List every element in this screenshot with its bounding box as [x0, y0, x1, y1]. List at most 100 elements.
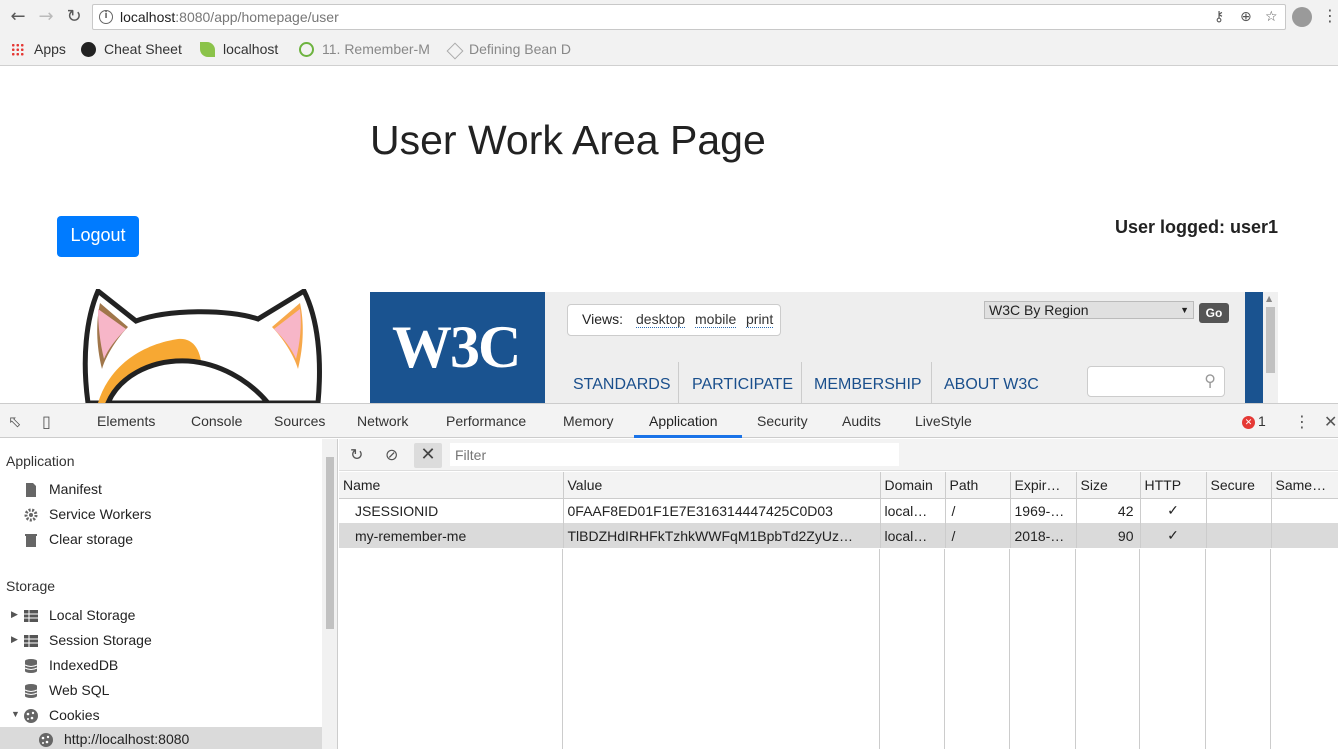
- tab-application[interactable]: Application: [649, 413, 718, 429]
- tab-sources[interactable]: Sources: [274, 413, 325, 429]
- column-header[interactable]: Size: [1076, 472, 1141, 499]
- w3c-logo[interactable]: W3C: [370, 292, 545, 403]
- devtools-tabbar: ⬁ ▯ Elements Console Sources Network Per…: [0, 404, 1338, 438]
- reload-icon[interactable]: ↻: [64, 7, 84, 27]
- view-desktop-link[interactable]: desktop: [636, 311, 686, 328]
- sidebar-item-indexeddb[interactable]: IndexedDB: [24, 657, 118, 673]
- cookie-icon: [23, 708, 39, 724]
- sidebar-item-cookie-origin[interactable]: http://localhost:8080: [39, 731, 189, 747]
- star-icon[interactable]: ☆: [1265, 9, 1278, 25]
- column-header[interactable]: Same…: [1271, 472, 1338, 499]
- table-row[interactable]: my-remember-me TlBDZHdIRHFkTzhkWWFqM1Bpb…: [339, 523, 1338, 548]
- column-header[interactable]: Value: [563, 472, 881, 499]
- bookmark-cheat-sheet[interactable]: Cheat Sheet: [81, 41, 182, 61]
- sidebar-item-local-storage[interactable]: ▶ Local Storage: [11, 607, 135, 623]
- block-icon[interactable]: ⊘: [385, 445, 398, 464]
- cookie-expires: 1969-…: [1010, 498, 1077, 523]
- extension-icon[interactable]: [1292, 7, 1312, 27]
- tab-network[interactable]: Network: [357, 413, 408, 429]
- frame-scrollbar[interactable]: ▲: [1263, 292, 1278, 403]
- database-icon: [23, 683, 39, 699]
- tab-console[interactable]: Console: [191, 413, 242, 429]
- w3c-embedded-frame: W3C Views: desktop mobile print W3C By R…: [370, 292, 1278, 403]
- view-print-link[interactable]: print: [746, 311, 774, 328]
- forward-icon[interactable]: →: [36, 7, 56, 27]
- cookie-http: ✓: [1140, 498, 1207, 523]
- scroll-thumb[interactable]: [326, 457, 334, 629]
- sidebar-item-service-workers[interactable]: Service Workers: [24, 506, 151, 522]
- application-section-header: Application: [6, 453, 75, 469]
- column-header[interactable]: Path: [945, 472, 1011, 499]
- clear-cookie-button[interactable]: ✕: [414, 443, 442, 468]
- bookmark-defining-bean[interactable]: Defining Bean D: [446, 41, 571, 61]
- zoom-icon[interactable]: ⊕: [1240, 9, 1252, 25]
- region-go-button[interactable]: Go: [1199, 303, 1229, 323]
- column-header[interactable]: Expir…: [1010, 472, 1077, 499]
- address-bar[interactable]: i localhost:8080/app/homepage/user ⚷ ⊕ ☆: [92, 4, 1286, 30]
- info-icon[interactable]: i: [99, 10, 113, 24]
- nav-membership[interactable]: MEMBERSHIP: [814, 376, 922, 394]
- tab-security[interactable]: Security: [757, 413, 808, 429]
- cheat-sheet-icon: [81, 42, 96, 57]
- tab-livestyle[interactable]: LiveStyle: [915, 413, 972, 429]
- views-switcher: Views: desktop mobile print: [567, 304, 781, 336]
- nav-about[interactable]: ABOUT W3C: [944, 376, 1039, 394]
- cookie-path: /: [945, 498, 1011, 523]
- view-mobile-link[interactable]: mobile: [695, 311, 737, 328]
- bookmark-apps[interactable]: Apps: [11, 41, 66, 61]
- devtools-menu-icon[interactable]: ⋮: [1294, 412, 1310, 431]
- back-icon[interactable]: ←: [8, 7, 28, 27]
- search-icon[interactable]: ⚲: [1204, 371, 1216, 390]
- column-header[interactable]: HTTP: [1140, 472, 1207, 499]
- tab-performance[interactable]: Performance: [446, 413, 526, 429]
- cookie-value: 0FAAF8ED01F1E7E316314447425C0D03: [563, 498, 881, 523]
- bookmark-remember-me[interactable]: 11. Remember-M: [299, 41, 430, 61]
- sidebar-item-web-sql[interactable]: Web SQL: [24, 682, 109, 698]
- w3c-side-bar: [1245, 292, 1263, 403]
- bookmark-localhost[interactable]: localhost: [200, 41, 278, 61]
- region-select[interactable]: W3C By Region ▼: [984, 301, 1194, 319]
- filter-input[interactable]: [450, 443, 899, 466]
- sidebar-item-cookies[interactable]: ▼ Cookies: [11, 707, 100, 723]
- apps-grid-icon: [11, 43, 24, 56]
- cookie-size: 42: [1076, 498, 1141, 523]
- tab-audits[interactable]: Audits: [842, 413, 881, 429]
- document-icon: [23, 482, 39, 498]
- sidebar-item-manifest[interactable]: Manifest: [26, 481, 102, 497]
- w3c-search-input[interactable]: ⚲: [1087, 366, 1225, 397]
- sidebar-item-clear-storage[interactable]: Clear storage: [25, 531, 133, 547]
- cookie-expires: 2018-…: [1010, 523, 1077, 548]
- device-toolbar-icon[interactable]: ▯: [42, 412, 51, 431]
- table-row[interactable]: JSESSIONID 0FAAF8ED01F1E7E316314447425C0…: [339, 498, 1338, 523]
- spring-icon: [299, 42, 314, 57]
- inspect-element-icon[interactable]: ⬁: [8, 412, 21, 431]
- cookie-http: ✓: [1140, 523, 1207, 548]
- cookie-size: 90: [1076, 523, 1141, 548]
- logout-button[interactable]: Logout: [57, 216, 139, 257]
- tab-memory[interactable]: Memory: [563, 413, 614, 429]
- browser-menu-icon[interactable]: ⋮: [1322, 6, 1338, 25]
- scroll-thumb[interactable]: [1266, 307, 1275, 373]
- nav-standards[interactable]: STANDARDS: [573, 376, 671, 394]
- cookie-domain: local…: [880, 498, 946, 523]
- column-header[interactable]: Secure: [1206, 472, 1272, 499]
- expand-arrow-icon[interactable]: ▶: [11, 634, 18, 645]
- tab-elements[interactable]: Elements: [97, 413, 155, 429]
- error-counter[interactable]: ✕ 1: [1242, 413, 1266, 429]
- sidebar-item-session-storage[interactable]: ▶ Session Storage: [11, 632, 152, 648]
- key-icon[interactable]: ⚷: [1214, 9, 1224, 25]
- scroll-up-icon[interactable]: ▲: [1266, 294, 1272, 303]
- column-header[interactable]: Domain: [880, 472, 946, 499]
- application-sidebar: Application Manifest Service Workers Cle…: [0, 439, 338, 749]
- cookies-panel: ↻ ⊘ ✕ Name Value Domain Path Expir… Size…: [339, 439, 1338, 749]
- sidebar-scrollbar[interactable]: [322, 439, 337, 749]
- expand-arrow-icon[interactable]: ▶: [11, 609, 18, 620]
- refresh-icon[interactable]: ↻: [350, 445, 363, 464]
- nav-participate[interactable]: PARTICIPATE: [692, 376, 793, 394]
- cookie-path: /: [945, 523, 1011, 548]
- dropdown-arrow-icon: ▼: [1180, 305, 1189, 315]
- column-header[interactable]: Name: [339, 472, 564, 499]
- close-icon[interactable]: ✕: [1324, 412, 1337, 431]
- cat-illustration: [82, 289, 322, 403]
- collapse-arrow-icon[interactable]: ▼: [11, 709, 20, 719]
